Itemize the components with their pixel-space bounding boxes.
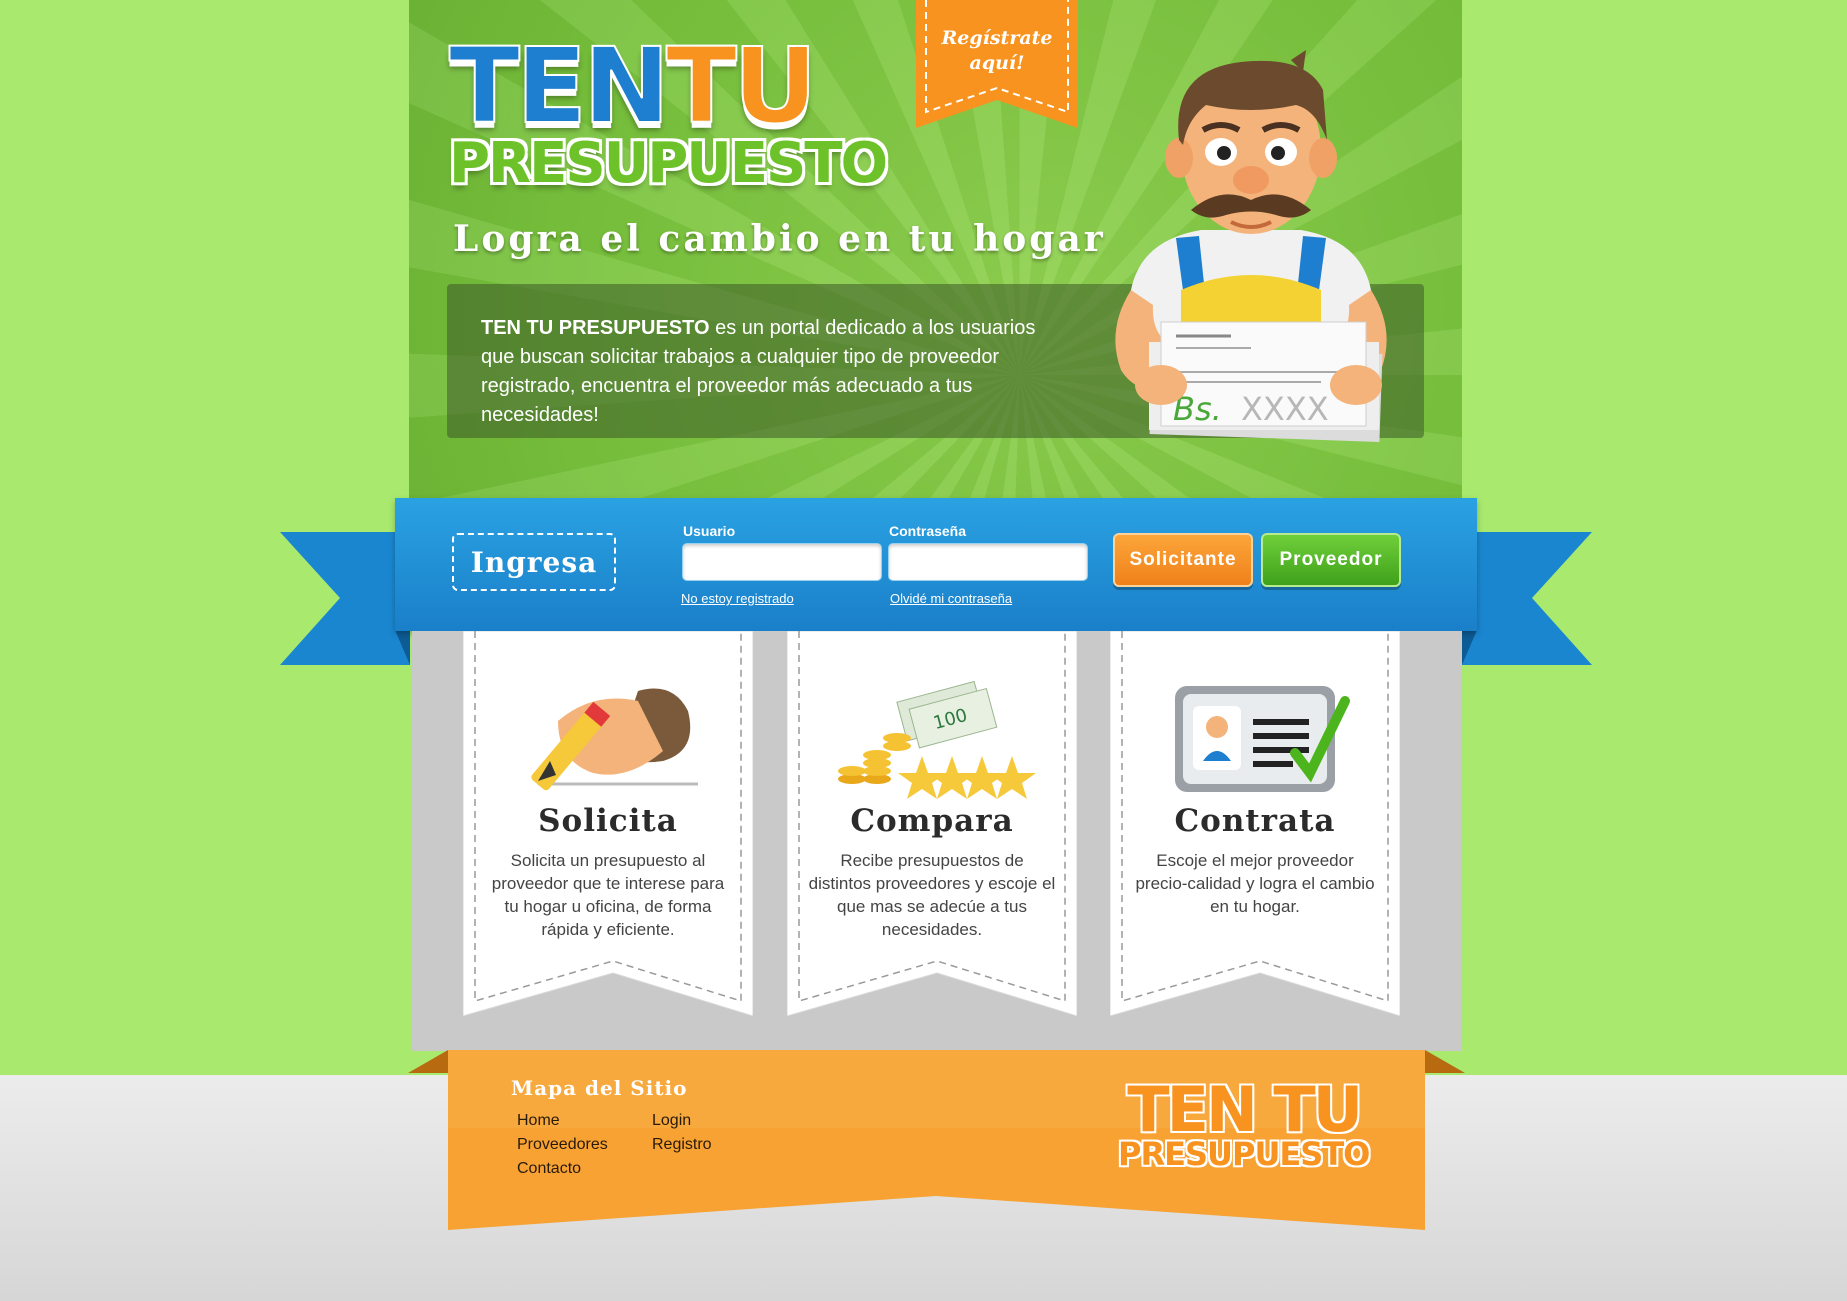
mascot-illustration: Bs. XXXX: [1115, 50, 1387, 442]
footer-logo-line1: TEN TU: [1127, 1073, 1363, 1146]
register-ribbon-label: Regístrate aquí!: [941, 27, 1053, 74]
footer-logo-line2: PRESUPUESTO: [1118, 1135, 1370, 1173]
forgot-password-link[interactable]: Olvidé mi contraseña: [890, 591, 1012, 606]
feature-card-compara: 100 Compara Recibe presupuestos de disti…: [787, 631, 1077, 1021]
logo-ten-text: TEN: [448, 25, 671, 147]
footer-link-proveedores[interactable]: Proveedores: [517, 1136, 608, 1154]
username-label: Usuario: [683, 523, 736, 539]
mascot-paper-amount: XXXX: [1241, 390, 1329, 428]
password-input[interactable]: [888, 543, 1088, 581]
money-stars-icon: 100: [838, 680, 1036, 799]
hero-tagline: Logra el cambio en tu hogar: [453, 218, 1106, 260]
proveedor-login-button[interactable]: Proveedor: [1261, 533, 1401, 587]
feature-title: Compara: [850, 803, 1014, 839]
footer-link-login[interactable]: Login: [652, 1112, 691, 1130]
footer: Mapa del Sitio Home Proveedores Contacto…: [408, 1048, 1465, 1233]
intro-brand-name: TEN TU PRESUPUESTO: [481, 317, 710, 339]
password-label: Contraseña: [889, 523, 967, 539]
footer-logo[interactable]: TEN TU PRESUPUESTO: [1118, 1073, 1370, 1173]
sitemap-title: Mapa del Sitio: [511, 1076, 688, 1100]
logo-presupuesto-text: PRESUPUESTO: [449, 131, 888, 196]
hero-section: TENTU PRESUPUESTO Logra el cambio en tu …: [409, 0, 1462, 500]
footer-link-contacto[interactable]: Contacto: [517, 1160, 581, 1178]
not-registered-link[interactable]: No estoy registrado: [681, 591, 794, 606]
feature-title: Solicita: [538, 803, 678, 839]
feature-card-solicita: Solicita Solicita un presupuesto al prov…: [463, 631, 753, 1021]
feature-text: Escoje el mejor proveedor precio-calidad…: [1135, 851, 1375, 916]
logo-tu-text: TU: [665, 25, 818, 147]
footer-link-registro[interactable]: Registro: [652, 1136, 712, 1154]
site-logo[interactable]: TENTU PRESUPUESTO: [448, 33, 888, 196]
feature-text: Solicita un presupuesto al proveedor que…: [491, 851, 725, 939]
register-ribbon-button[interactable]: Regístrate aquí!: [916, 0, 1078, 130]
ribbon-tail-left: [280, 532, 410, 665]
footer-link-home[interactable]: Home: [517, 1112, 560, 1130]
username-input[interactable]: [682, 543, 882, 581]
feature-text: Recibe presupuestos de distintos proveed…: [808, 851, 1056, 939]
solicitante-login-button[interactable]: Solicitante: [1113, 533, 1253, 587]
feature-card-contrata: Contrata Escoje el mejor proveedor preci…: [1110, 631, 1400, 1021]
ribbon-tail-right: [1462, 532, 1592, 665]
intro-text: TEN TU PRESUPUESTO es un portal dedicado…: [481, 314, 1071, 430]
login-title: Ingresa: [452, 533, 616, 591]
id-card-check-icon: [1175, 686, 1350, 792]
login-bar: Ingresa Usuario No estoy registrado Cont…: [395, 498, 1477, 631]
pencil-hand-icon: [531, 688, 698, 791]
feature-title: Contrata: [1174, 803, 1336, 839]
